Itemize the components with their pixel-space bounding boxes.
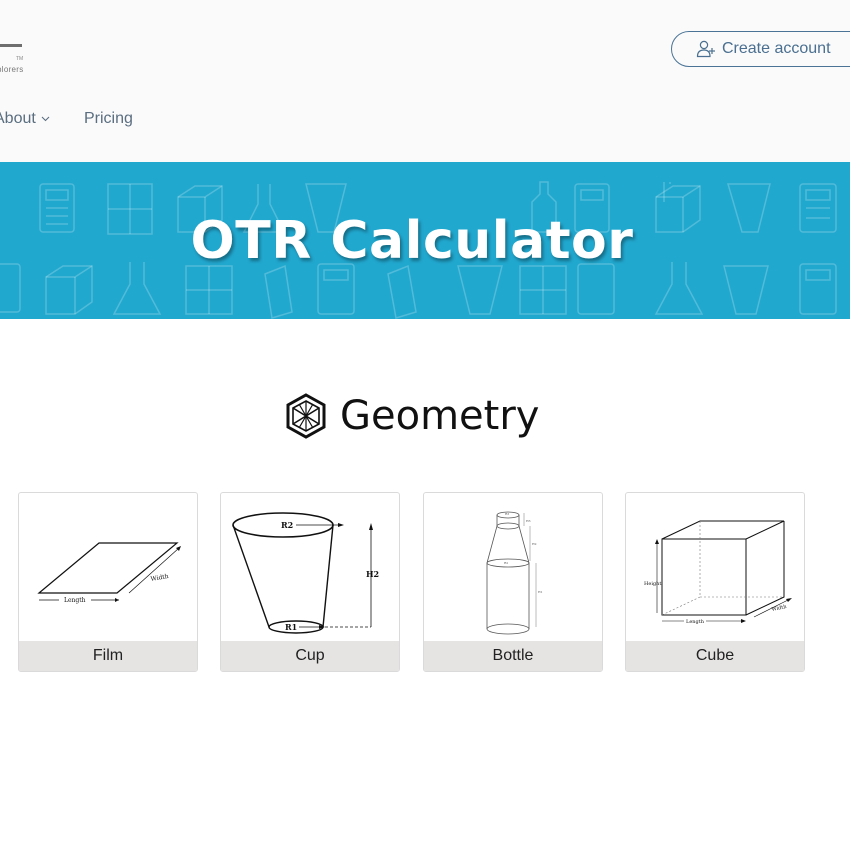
- cube-width-label: Width: [771, 604, 788, 613]
- section-title: Geometry: [340, 393, 540, 439]
- card-label-cube: Cube: [626, 641, 804, 671]
- card-label-bottle: Bottle: [424, 641, 602, 671]
- cup-h2-label: H2: [366, 569, 379, 579]
- cup-diagram: R2 R1 H2: [232, 512, 379, 634]
- cup-r2-label: R2: [281, 520, 293, 530]
- geometry-cube-icon: [286, 393, 326, 439]
- card-label-cup: Cup: [221, 641, 399, 671]
- bottle-mid-height-label: H2: [532, 542, 537, 546]
- film-length-label: Length: [64, 597, 86, 604]
- chevron-down-icon: [41, 116, 50, 122]
- site-header: TM plorers Create account About Pricing: [0, 0, 850, 162]
- cube-height-label: Height: [644, 581, 661, 587]
- bottle-neck-height-label: H3: [526, 519, 531, 523]
- cube-diagram: Height Length Width: [644, 520, 792, 625]
- nav-about-label: About: [0, 110, 36, 127]
- film-width-label: Width: [150, 573, 169, 583]
- geometry-card-bottle[interactable]: R3 H3 H2 R2 H1 Bottle: [423, 492, 603, 672]
- bottle-body-height-label: H1: [538, 590, 543, 594]
- bottle-shoulder-radius-label: R2: [504, 561, 508, 565]
- nav-about[interactable]: About: [0, 110, 50, 128]
- banner-title: OTR Calculator: [0, 162, 850, 319]
- section-heading: Geometry: [282, 388, 539, 444]
- card-label-film: Film: [19, 641, 197, 671]
- create-account-label: Create account: [722, 40, 831, 57]
- geometry-card-film[interactable]: Length Width Film: [18, 492, 198, 672]
- user-plus-icon: [696, 40, 715, 58]
- site-logo[interactable]: TM plorers: [0, 40, 40, 80]
- logo-text: plorers: [0, 65, 24, 74]
- bottle-diagram: R3 H3 H2 R2 H1: [486, 511, 543, 635]
- banner-title-text: OTR Calculator: [190, 210, 634, 271]
- nav-pricing[interactable]: Pricing: [84, 110, 133, 128]
- page: TM plorers Create account About Pricing: [0, 0, 850, 850]
- create-account-button[interactable]: Create account: [671, 31, 850, 67]
- geometry-card-cup[interactable]: R2 R1 H2 Cup: [220, 492, 400, 672]
- logo-trademark: TM: [16, 56, 24, 62]
- geometry-card-cube[interactable]: Height Length Width Cube: [625, 492, 805, 672]
- bottle-top-radius-label: R3: [505, 512, 509, 516]
- cube-length-label: Length: [686, 619, 705, 625]
- film-diagram: Length Width: [37, 542, 181, 604]
- logo-bar: [0, 44, 22, 47]
- nav-pricing-label: Pricing: [84, 110, 133, 127]
- hero-banner: OTR Calculator: [0, 162, 850, 319]
- cup-r1-label: R1: [285, 622, 297, 632]
